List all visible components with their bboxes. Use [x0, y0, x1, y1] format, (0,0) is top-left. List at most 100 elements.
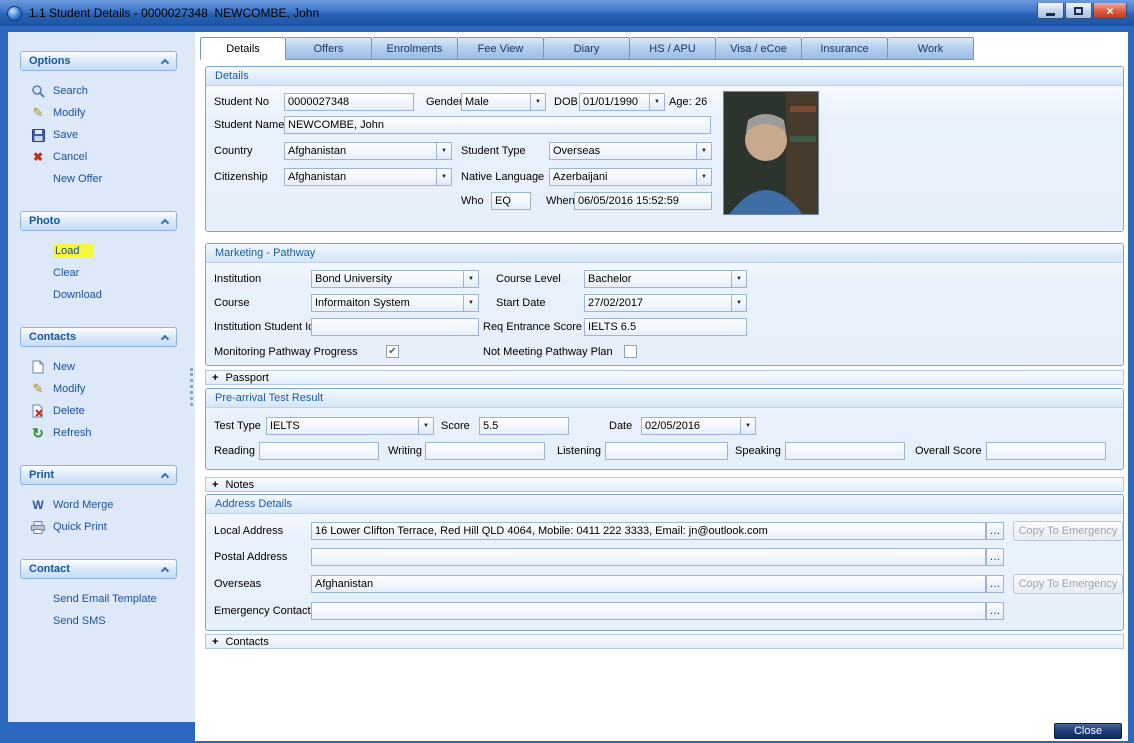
sidebar-item-load[interactable]: Load — [20, 240, 177, 262]
passport-section-toggle[interactable]: + Passport — [205, 370, 1124, 385]
sidebar-item-send-sms[interactable]: Send SMS — [20, 610, 177, 632]
marketing-pathway-group-title: Marketing - Pathway — [215, 247, 315, 259]
chevron-down-icon[interactable]: ▼ — [696, 169, 711, 185]
student-name-field[interactable]: NEWCOMBE, John — [284, 116, 711, 134]
sidebar-item-save[interactable]: Save — [20, 124, 177, 146]
local-address-field[interactable]: 16 Lower Clifton Terrace, Red Hill QLD 4… — [311, 522, 986, 540]
chevron-down-icon[interactable]: ▼ — [696, 143, 711, 159]
course-dropdown[interactable]: Informaiton System▼ — [311, 294, 479, 312]
sidebar-item-clear[interactable]: Clear — [20, 262, 177, 284]
photo-panel-header[interactable]: Photo — [20, 211, 177, 231]
overall-score-field[interactable] — [986, 442, 1106, 460]
chevron-down-icon[interactable]: ▼ — [740, 418, 755, 434]
contacts-panel: Contacts New ✎ Modify Delete ↻ R — [20, 327, 177, 444]
emergency-contact-browse-button[interactable]: … — [986, 602, 1004, 620]
overseas-address-field[interactable]: Afghanistan — [311, 575, 986, 593]
institution-dropdown[interactable]: Bond University▼ — [311, 270, 479, 288]
title-bar[interactable]: 1.1 Student Details - 0000027348 NEWCOMB… — [0, 0, 1134, 26]
student-no-field[interactable]: 0000027348 — [284, 93, 414, 111]
speaking-field[interactable] — [785, 442, 905, 460]
student-photo — [723, 91, 819, 215]
tab-visa-ecoe[interactable]: Visa / eCoe — [716, 37, 802, 60]
chevron-down-icon[interactable]: ▼ — [731, 295, 746, 311]
sidebar-item-contact-refresh[interactable]: ↻ Refresh — [20, 422, 177, 444]
tab-hs-apu[interactable]: HS / APU — [630, 37, 716, 60]
native-language-dropdown[interactable]: Azerbaijani▼ — [549, 168, 712, 186]
sidebar-item-search[interactable]: Search — [20, 80, 177, 102]
postal-address-browse-button[interactable]: … — [986, 548, 1004, 566]
test-date-value: 02/05/2016 — [645, 420, 700, 432]
institution-student-id-field[interactable] — [311, 318, 479, 336]
tab-offers[interactable]: Offers — [286, 37, 372, 60]
chevron-down-icon[interactable]: ▼ — [463, 271, 478, 287]
sidebar-item-modify[interactable]: ✎ Modify — [20, 102, 177, 124]
start-date-dropdown[interactable]: 27/02/2017▼ — [584, 294, 747, 312]
test-type-dropdown[interactable]: IELTS▼ — [266, 417, 434, 435]
overseas-address-browse-button[interactable]: … — [986, 575, 1004, 593]
maximize-button[interactable] — [1065, 3, 1092, 19]
who-field[interactable]: EQ — [491, 192, 531, 210]
window-close-button[interactable]: × — [1093, 3, 1127, 19]
writing-field[interactable] — [425, 442, 545, 460]
dob-dropdown[interactable]: 01/01/1990▼ — [579, 93, 665, 111]
notes-section-toggle[interactable]: + Notes — [205, 477, 1124, 492]
req-entrance-score-field[interactable]: IELTS 6.5 — [584, 318, 747, 336]
tab-insurance[interactable]: Insurance — [802, 37, 888, 60]
tab-details[interactable]: Details — [200, 37, 286, 60]
req-entrance-score-label: Req Entrance Score — [483, 318, 582, 336]
options-panel-header[interactable]: Options — [20, 51, 177, 71]
tab-fee-view[interactable]: Fee View — [458, 37, 544, 60]
citizenship-dropdown[interactable]: Afghanistan ▼ — [284, 168, 452, 186]
close-button[interactable]: Close — [1054, 723, 1122, 739]
course-level-dropdown[interactable]: Bachelor▼ — [584, 270, 747, 288]
test-date-dropdown[interactable]: 02/05/2016 ▼ — [641, 417, 756, 435]
country-label: Country — [214, 142, 253, 160]
tab-work[interactable]: Work — [888, 37, 974, 60]
chevron-down-icon[interactable]: ▼ — [731, 271, 746, 287]
contact-panel-header[interactable]: Contact — [20, 559, 177, 579]
sidebar-item-quick-print[interactable]: Quick Print — [20, 516, 177, 538]
main-area: Details Offers Enrolments Fee View Diary… — [195, 32, 1128, 741]
not-meeting-pathway-plan-checkbox[interactable] — [624, 345, 637, 358]
gender-dropdown[interactable]: Male▼ — [461, 93, 546, 111]
copy-local-to-emergency-button[interactable]: Copy To Emergency — [1013, 521, 1123, 541]
sidebar-splitter[interactable] — [188, 32, 195, 722]
overall-score-label: Overall Score — [915, 442, 982, 460]
sidebar-item-cancel[interactable]: ✖ Cancel — [20, 146, 177, 168]
chevron-down-icon[interactable]: ▼ — [463, 295, 478, 311]
reading-field[interactable] — [259, 442, 379, 460]
local-address-label: Local Address — [214, 522, 283, 540]
sidebar-item-contact-modify[interactable]: ✎ Modify — [20, 378, 177, 400]
monitoring-pathway-progress-checkbox[interactable]: ✔ — [386, 345, 399, 358]
chevron-down-icon[interactable]: ▼ — [418, 418, 433, 434]
sidebar-item-new-offer[interactable]: New Offer — [20, 168, 177, 190]
minimize-button[interactable] — [1037, 3, 1064, 19]
sidebar: Options Search ✎ Modify Save ✖ C — [8, 32, 188, 722]
citizenship-value: Afghanistan — [288, 171, 346, 183]
address-details-group: Address Details Local Address 16 Lower C… — [205, 494, 1124, 631]
citizenship-label: Citizenship — [214, 168, 268, 186]
sidebar-item-word-merge[interactable]: W Word Merge — [20, 494, 177, 516]
contacts-section-toggle[interactable]: + Contacts — [205, 634, 1124, 649]
tab-enrolments[interactable]: Enrolments — [372, 37, 458, 60]
emergency-contact-field[interactable] — [311, 602, 986, 620]
local-address-browse-button[interactable]: … — [986, 522, 1004, 540]
when-field[interactable]: 06/05/2016 15:52:59 — [574, 192, 712, 210]
sidebar-item-contact-new[interactable]: New — [20, 356, 177, 378]
print-panel-header[interactable]: Print — [20, 465, 177, 485]
chevron-down-icon[interactable]: ▼ — [530, 94, 545, 110]
country-dropdown[interactable]: Afghanistan▼ — [284, 142, 452, 160]
chevron-down-icon[interactable]: ▼ — [436, 143, 451, 159]
contacts-panel-header[interactable]: Contacts — [20, 327, 177, 347]
student-type-dropdown[interactable]: Overseas▼ — [549, 142, 712, 160]
chevron-down-icon[interactable]: ▼ — [436, 169, 451, 185]
score-field[interactable]: 5.5 — [479, 417, 569, 435]
copy-overseas-to-emergency-button[interactable]: Copy To Emergency — [1013, 574, 1123, 594]
chevron-down-icon[interactable]: ▼ — [649, 94, 664, 110]
tab-diary[interactable]: Diary — [544, 37, 630, 60]
sidebar-item-contact-delete[interactable]: Delete — [20, 400, 177, 422]
listening-field[interactable] — [605, 442, 728, 460]
sidebar-item-download[interactable]: Download — [20, 284, 177, 306]
postal-address-field[interactable] — [311, 548, 986, 566]
sidebar-item-send-email-template[interactable]: Send Email Template — [20, 588, 177, 610]
